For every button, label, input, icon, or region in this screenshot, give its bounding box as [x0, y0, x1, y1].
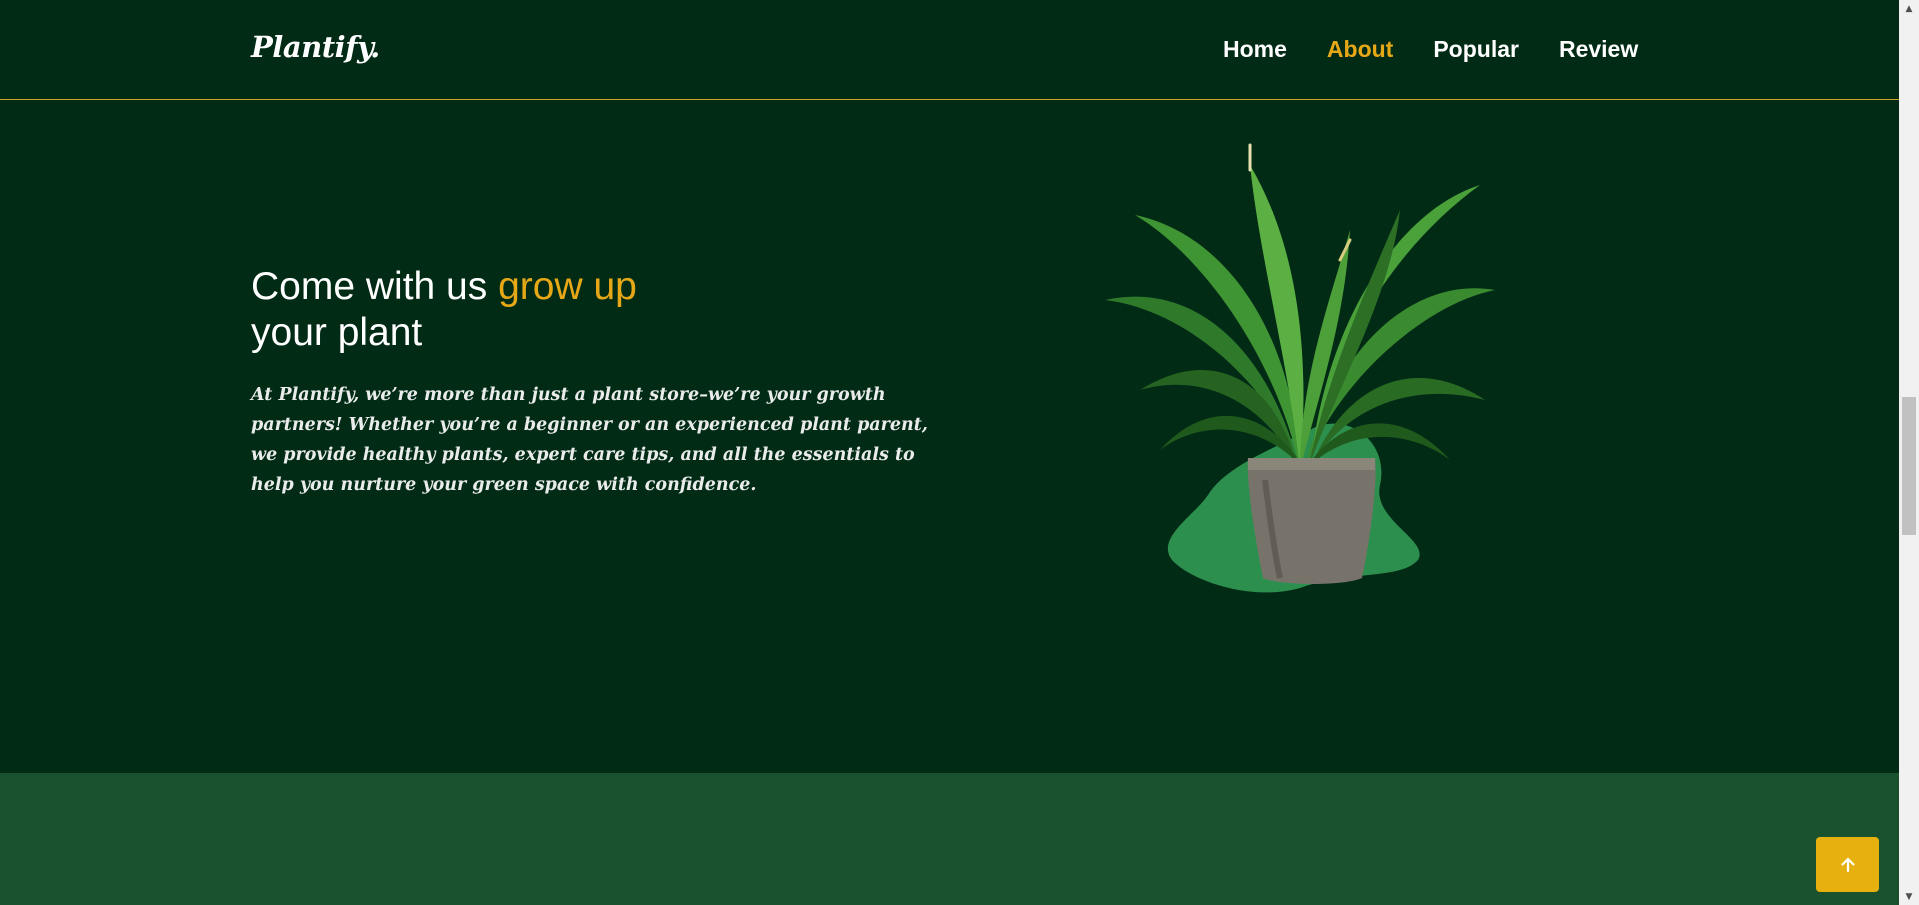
logo[interactable]: Plantify. — [251, 30, 380, 64]
nav-about[interactable]: About — [1327, 36, 1393, 63]
hero-description: At Plantify, we’re more than just a plan… — [251, 385, 928, 495]
scrollbar[interactable]: ▲ ▼ — [1899, 0, 1919, 905]
scrollbar-thumb[interactable] — [1902, 397, 1916, 535]
hero-title-part1: Come with us — [251, 265, 499, 308]
page: Plantify. Home About Popular Review Come… — [0, 0, 1919, 905]
scroll-up-arrow-icon[interactable]: ▲ — [1899, 0, 1919, 17]
leaves — [1105, 143, 1495, 470]
popular-section — [0, 773, 1899, 905]
hero-title-accent: grow up — [498, 265, 637, 308]
site-header: Plantify. Home About Popular Review — [0, 0, 1899, 100]
nav-review[interactable]: Review — [1559, 36, 1638, 63]
scroll-to-top-button[interactable] — [1816, 837, 1879, 892]
about-section: Come with us grow up your plant At Planti… — [0, 100, 1899, 773]
arrow-up-icon — [1840, 857, 1855, 872]
nav-home[interactable]: Home — [1223, 36, 1287, 63]
hero-title-part2: your plant — [251, 311, 423, 354]
pot — [1247, 458, 1376, 584]
plant-image — [1105, 143, 1495, 593]
nav-popular[interactable]: Popular — [1433, 36, 1519, 63]
hero-title: Come with us grow up your plant — [251, 264, 637, 356]
main-nav: Home About Popular Review — [1223, 36, 1638, 63]
scroll-down-arrow-icon[interactable]: ▼ — [1899, 888, 1919, 905]
